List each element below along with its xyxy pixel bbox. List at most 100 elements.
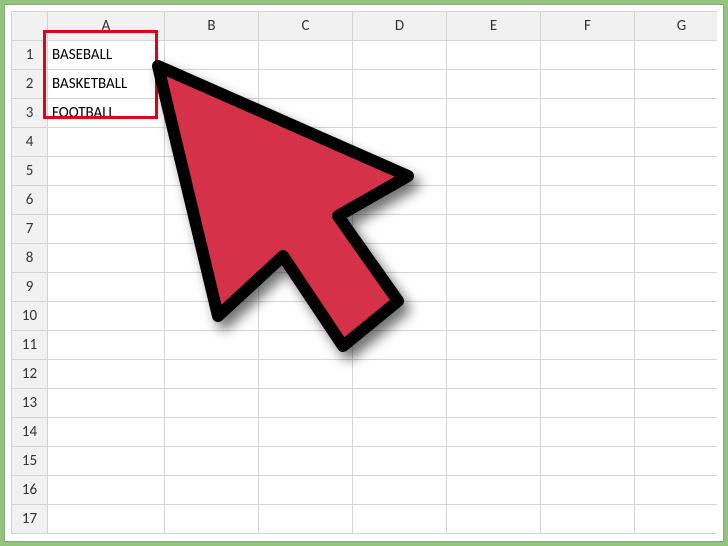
cell-G17[interactable] — [635, 505, 718, 534]
cell-A2[interactable]: BASKETBALL — [48, 70, 165, 99]
cell-A16[interactable] — [48, 476, 165, 505]
cell-D1[interactable] — [353, 41, 447, 70]
cell-C3[interactable] — [259, 99, 353, 128]
cell-F16[interactable] — [541, 476, 635, 505]
column-header-B[interactable]: B — [165, 12, 259, 41]
cell-C15[interactable] — [259, 447, 353, 476]
cell-E16[interactable] — [447, 476, 541, 505]
cell-B4[interactable] — [165, 128, 259, 157]
cell-D6[interactable] — [353, 186, 447, 215]
cell-B15[interactable] — [165, 447, 259, 476]
row-header-15[interactable]: 15 — [12, 447, 48, 476]
row-header-8[interactable]: 8 — [12, 244, 48, 273]
cell-D2[interactable] — [353, 70, 447, 99]
cell-B16[interactable] — [165, 476, 259, 505]
cell-F11[interactable] — [541, 331, 635, 360]
row-header-4[interactable]: 4 — [12, 128, 48, 157]
cell-D7[interactable] — [353, 215, 447, 244]
cell-E8[interactable] — [447, 244, 541, 273]
cell-G7[interactable] — [635, 215, 718, 244]
cell-G6[interactable] — [635, 186, 718, 215]
cell-A5[interactable] — [48, 157, 165, 186]
cell-B6[interactable] — [165, 186, 259, 215]
cell-A14[interactable] — [48, 418, 165, 447]
row-header-5[interactable]: 5 — [12, 157, 48, 186]
row-header-3[interactable]: 3 — [12, 99, 48, 128]
cell-G4[interactable] — [635, 128, 718, 157]
cell-G11[interactable] — [635, 331, 718, 360]
cell-A11[interactable] — [48, 331, 165, 360]
cell-C2[interactable] — [259, 70, 353, 99]
cell-D16[interactable] — [353, 476, 447, 505]
cell-D9[interactable] — [353, 273, 447, 302]
cell-D5[interactable] — [353, 157, 447, 186]
column-header-G[interactable]: G — [635, 12, 718, 41]
cell-F13[interactable] — [541, 389, 635, 418]
cell-C9[interactable] — [259, 273, 353, 302]
cell-C13[interactable] — [259, 389, 353, 418]
cell-E2[interactable] — [447, 70, 541, 99]
row-header-2[interactable]: 2 — [12, 70, 48, 99]
cell-D8[interactable] — [353, 244, 447, 273]
cell-C10[interactable] — [259, 302, 353, 331]
cell-G9[interactable] — [635, 273, 718, 302]
cell-F3[interactable] — [541, 99, 635, 128]
row-header-10[interactable]: 10 — [12, 302, 48, 331]
cell-E14[interactable] — [447, 418, 541, 447]
cell-A17[interactable] — [48, 505, 165, 534]
cell-A8[interactable] — [48, 244, 165, 273]
cell-G1[interactable] — [635, 41, 718, 70]
cell-B5[interactable] — [165, 157, 259, 186]
cell-C4[interactable] — [259, 128, 353, 157]
cell-D11[interactable] — [353, 331, 447, 360]
cell-C14[interactable] — [259, 418, 353, 447]
cell-F2[interactable] — [541, 70, 635, 99]
spreadsheet-grid[interactable]: A B C D E F G 1 BASEBALL 2 BASKETBALL — [11, 11, 717, 535]
column-header-F[interactable]: F — [541, 12, 635, 41]
row-header-7[interactable]: 7 — [12, 215, 48, 244]
row-header-12[interactable]: 12 — [12, 360, 48, 389]
row-header-11[interactable]: 11 — [12, 331, 48, 360]
column-header-A[interactable]: A — [48, 12, 165, 41]
row-header-1[interactable]: 1 — [12, 41, 48, 70]
cell-G15[interactable] — [635, 447, 718, 476]
cell-E17[interactable] — [447, 505, 541, 534]
cell-E3[interactable] — [447, 99, 541, 128]
cell-B7[interactable] — [165, 215, 259, 244]
cell-F5[interactable] — [541, 157, 635, 186]
cell-G5[interactable] — [635, 157, 718, 186]
cell-A13[interactable] — [48, 389, 165, 418]
cell-C5[interactable] — [259, 157, 353, 186]
cell-E15[interactable] — [447, 447, 541, 476]
cell-G10[interactable] — [635, 302, 718, 331]
cell-G12[interactable] — [635, 360, 718, 389]
cell-D17[interactable] — [353, 505, 447, 534]
cell-C8[interactable] — [259, 244, 353, 273]
cell-B9[interactable] — [165, 273, 259, 302]
cell-E4[interactable] — [447, 128, 541, 157]
cell-F8[interactable] — [541, 244, 635, 273]
cell-C7[interactable] — [259, 215, 353, 244]
column-header-C[interactable]: C — [259, 12, 353, 41]
cell-A6[interactable] — [48, 186, 165, 215]
column-header-D[interactable]: D — [353, 12, 447, 41]
cell-C12[interactable] — [259, 360, 353, 389]
cell-E1[interactable] — [447, 41, 541, 70]
cell-F9[interactable] — [541, 273, 635, 302]
cell-B17[interactable] — [165, 505, 259, 534]
cell-C17[interactable] — [259, 505, 353, 534]
cell-F4[interactable] — [541, 128, 635, 157]
cell-A4[interactable] — [48, 128, 165, 157]
row-header-14[interactable]: 14 — [12, 418, 48, 447]
cell-B13[interactable] — [165, 389, 259, 418]
row-header-6[interactable]: 6 — [12, 186, 48, 215]
cell-D14[interactable] — [353, 418, 447, 447]
row-header-9[interactable]: 9 — [12, 273, 48, 302]
cell-B8[interactable] — [165, 244, 259, 273]
cell-F14[interactable] — [541, 418, 635, 447]
cell-G8[interactable] — [635, 244, 718, 273]
cell-A7[interactable] — [48, 215, 165, 244]
cell-E6[interactable] — [447, 186, 541, 215]
column-header-E[interactable]: E — [447, 12, 541, 41]
cell-F10[interactable] — [541, 302, 635, 331]
